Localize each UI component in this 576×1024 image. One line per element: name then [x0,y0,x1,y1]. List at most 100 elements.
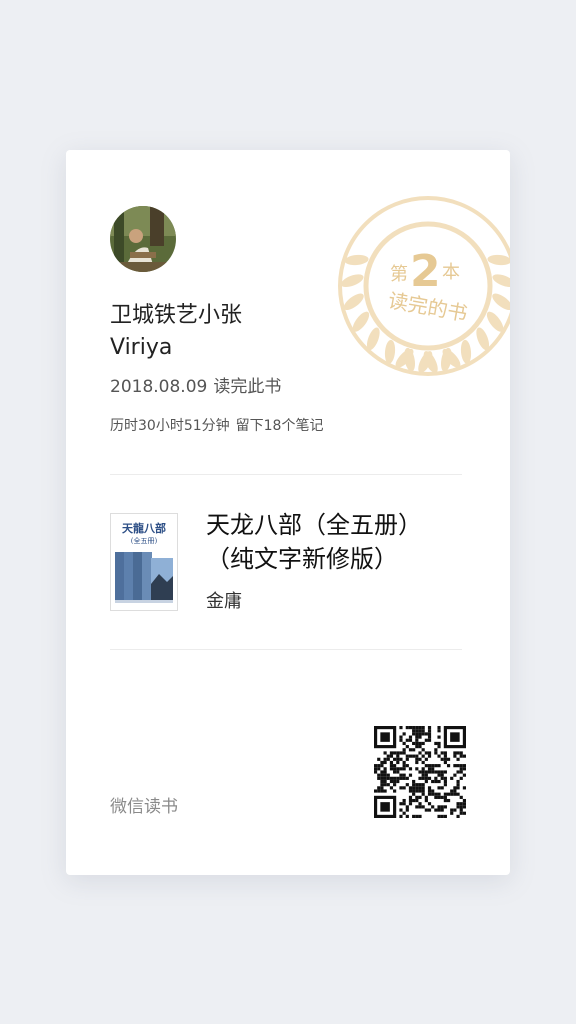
qr-module [443,770,447,774]
qr-module [437,741,441,746]
qr-module [399,767,403,771]
qr-module [405,805,409,809]
qr-module [427,726,432,730]
qr-module [408,795,413,799]
qr-module [440,757,444,761]
qr-module [389,776,394,780]
qr-module [443,814,447,818]
qr-module [418,783,422,787]
qr-module [399,814,403,818]
qr-module [427,732,432,736]
qr-module [383,760,387,765]
qr-module [402,741,406,746]
qr-module [424,751,428,755]
qr-module [415,754,419,758]
laurel-leaf [460,339,472,364]
qr-module [440,814,444,818]
qr-module [418,802,422,806]
qr-module [377,786,381,790]
qr-module [434,770,438,774]
qr-module [446,757,451,761]
qr-module [437,795,441,799]
divider [110,474,462,475]
qr-module [396,767,400,771]
user-nickname: Viriya [110,335,173,360]
qr-module [415,783,419,787]
qr-module [437,786,441,790]
qr-module [415,732,419,736]
qr-module [421,726,425,730]
qr-module [405,754,409,758]
qr-module [380,786,384,790]
qr-module [418,770,422,774]
qr-module [424,757,428,761]
qr-module [418,735,422,739]
qr-code-icon[interactable] [374,726,466,818]
qr-module [462,802,466,806]
qr-module [377,776,381,780]
divider [110,649,462,650]
qr-module [380,732,390,742]
qr-module [456,751,460,755]
qr-module [456,764,460,768]
qr-module [450,792,454,796]
laurel-leaf [492,274,510,288]
laurel-leaf [343,293,364,311]
qr-module [421,748,425,752]
qr-module [424,798,428,803]
qr-module [393,789,397,793]
qr-module [408,798,413,803]
qr-module [456,814,460,818]
qr-module [450,811,454,815]
qr-module [440,795,444,799]
qr-module [434,776,438,780]
qr-module [380,760,384,765]
qr-module [408,767,413,771]
qr-module [415,726,419,730]
qr-module [437,729,441,733]
reading-achievement-card: 第 2 本 读完的书 卫城铁艺小张 Viriya 2018.08.09 读完此书 … [66,150,510,875]
qr-module [437,779,441,784]
qr-module [443,751,447,755]
qr-module [456,770,460,774]
qr-module [456,792,460,796]
qr-module [386,754,390,758]
qr-module [383,789,387,793]
qr-module [405,808,409,812]
qr-module [462,798,466,803]
qr-module [396,770,400,774]
qr-module [459,767,463,771]
qr-module [405,783,409,787]
qr-module [386,757,390,761]
qr-module [431,792,435,796]
qr-module [402,776,406,780]
qr-module [459,770,463,774]
qr-module [412,792,416,796]
qr-module [424,779,428,784]
qr-module [402,751,406,755]
qr-module [443,760,447,765]
qr-module [383,767,387,771]
book-title[interactable]: 天龙八部（全五册） （纯文字新修版） [206,508,476,576]
qr-module [399,776,403,780]
qr-module [418,751,422,755]
qr-module [389,767,394,771]
qr-module [418,729,422,733]
qr-module [424,770,428,774]
book-cover[interactable]: 天龍八部 (全五冊) [110,513,178,611]
avatar[interactable] [110,206,176,272]
qr-module [383,779,387,784]
finish-date-line: 2018.08.09 读完此书 [110,376,287,398]
qr-module [450,808,454,812]
medal-caption-text: 读完的书 [386,288,469,326]
qr-module [450,776,454,780]
qr-module [399,751,403,755]
qr-module [456,779,460,784]
qr-module [415,741,419,746]
qr-module [408,802,413,806]
qr-module [405,726,409,730]
laurel-leaf [352,311,370,332]
qr-module [434,741,438,746]
qr-module [380,802,390,812]
user-name: 卫城铁艺小张 [110,303,243,328]
